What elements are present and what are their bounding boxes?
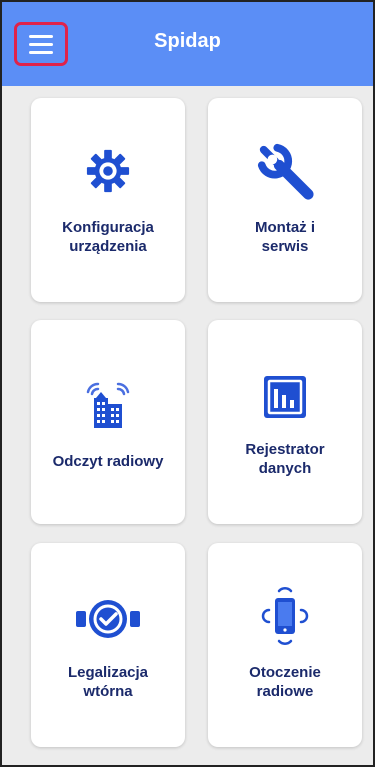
tile-odczyt-radiowy[interactable]: Odczyt radiowy [31,320,185,524]
app-bar: Spidap [2,2,373,86]
tile-konfiguracja-urzadzenia[interactable]: Konfiguracja urządzenia [31,98,185,302]
tile-label: Konfiguracja urządzenia [62,219,154,255]
app-screen: Spidap Konfiguracja urządzenia Montaż i … [0,0,375,767]
tile-rejestrator-danych[interactable]: Rejestrator danych [208,320,362,524]
tile-label: Otoczenie radiowe [249,664,321,700]
tile-montaz-i-serwis[interactable]: Montaż i serwis [208,98,362,302]
gear-icon [85,148,131,194]
tile-legalizacja-wtorna[interactable]: Legalizacja wtórna [31,543,185,747]
tile-label: Rejestrator danych [245,441,325,477]
meter-check-icon [75,599,141,639]
bar-chart-icon [262,374,308,420]
wrench-icon [254,142,316,202]
tile-label: Montaż i serwis [255,219,315,255]
tile-otoczenie-radiowe[interactable]: Otoczenie radiowe [208,543,362,747]
tile-label: Legalizacja wtórna [67,664,149,700]
tile-label: Odczyt radiowy [52,453,164,470]
app-title: Spidap [154,30,221,52]
phone-signal-icon [260,587,310,645]
radio-building-icon [82,380,134,428]
